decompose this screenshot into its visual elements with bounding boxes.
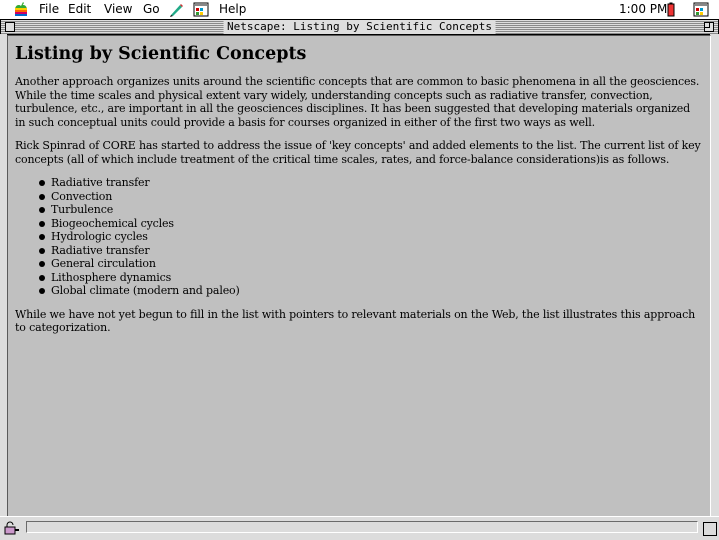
paragraph-key-concepts: Rick Spinrad of CORE has started to addr… (15, 139, 701, 166)
window-right-frame (710, 34, 719, 516)
list-item: Global climate (modern and paleo) (39, 284, 701, 298)
status-message-field (26, 521, 698, 533)
page-content: Listing by Scientific Concepts Another a… (7, 35, 711, 518)
zoom-box-icon[interactable] (704, 22, 714, 32)
window-title-bar[interactable]: Netscape: Listing by Scientific Concepts (0, 19, 719, 35)
list-item: Radiative transfer (39, 244, 701, 258)
list-item: Turbulence (39, 203, 701, 217)
menu-view[interactable]: View (104, 2, 132, 17)
close-box-icon[interactable] (5, 22, 15, 32)
menu-go[interactable]: Go (143, 2, 160, 17)
list-item: General circulation (39, 257, 701, 271)
paragraph-closing: While we have not yet begun to fill in t… (15, 307, 696, 335)
window-menu-icon[interactable] (193, 2, 209, 17)
list-item: Radiative transfer (39, 176, 701, 190)
resize-grow-icon[interactable] (703, 522, 717, 536)
apple-menu-icon[interactable] (14, 2, 28, 17)
security-lock-icon[interactable] (4, 521, 20, 535)
application-menu-icon[interactable] (693, 2, 709, 17)
concepts-list: Radiative transfer Convection Turbulence… (15, 176, 701, 298)
menu-help[interactable]: Help (219, 2, 246, 17)
list-item: Convection (39, 190, 701, 204)
window-left-frame (0, 34, 7, 516)
menu-file[interactable]: File (39, 2, 59, 17)
page-title: Listing by Scientific Concepts (15, 44, 307, 64)
menu-clock[interactable]: 1:00 PM (619, 2, 667, 17)
browser-window: Netscape: Listing by Scientific Concepts… (0, 19, 719, 540)
list-item: Hydrologic cycles (39, 230, 701, 244)
list-item: Biogeochemical cycles (39, 217, 701, 231)
menu-edit[interactable]: Edit (68, 2, 91, 17)
battery-icon[interactable] (666, 2, 676, 17)
menu-bar: File Edit View Go Help 1:00 PM (0, 0, 719, 20)
list-item: Lithosphere dynamics (39, 271, 701, 285)
window-title: Netscape: Listing by Scientific Concepts (223, 20, 496, 34)
status-bar (0, 516, 719, 540)
paragraph-intro: Another approach organizes units around … (15, 75, 700, 129)
pencil-menu-icon[interactable] (168, 2, 184, 17)
